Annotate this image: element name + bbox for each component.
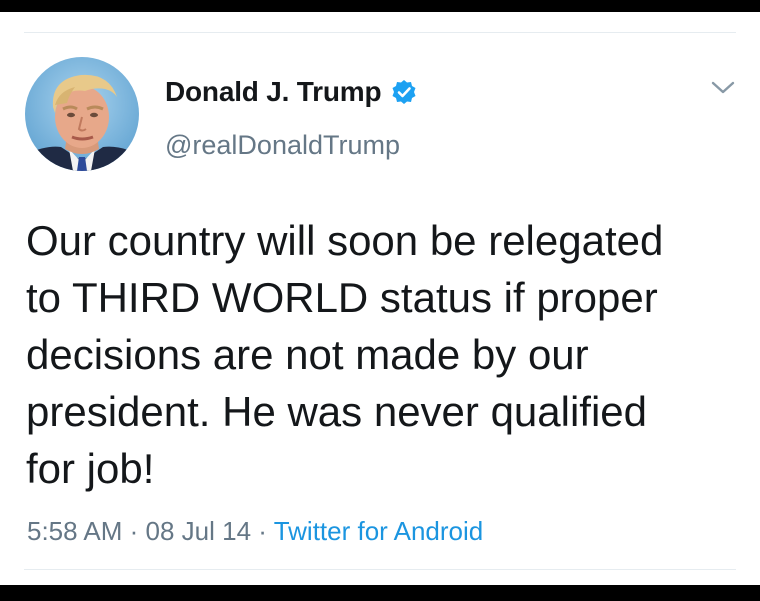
meta-separator: · (251, 516, 274, 546)
tweet-meta: 5:58 AM · 08 Jul 14 · Twitter for Androi… (27, 516, 483, 547)
tweet-text: Our country will soon be relegated to TH… (26, 212, 736, 497)
user-handle[interactable]: @realDonaldTrump (165, 130, 400, 161)
tweet-source-link[interactable]: Twitter for Android (274, 516, 484, 546)
top-divider (24, 32, 736, 33)
name-row: Donald J. Trump (165, 76, 417, 108)
chevron-down-icon[interactable] (709, 78, 737, 98)
verified-badge-icon (391, 79, 417, 105)
tweet-date[interactable]: 08 Jul 14 (146, 516, 252, 546)
avatar[interactable] (25, 57, 139, 171)
avatar-portrait (25, 57, 139, 171)
bottom-divider (24, 569, 736, 570)
tweet-line: decisions are not made by our (26, 331, 589, 378)
tweet-line: Our country will soon be relegated (26, 217, 664, 264)
tweet-line: president. He was never qualified (26, 388, 648, 435)
meta-separator: · (122, 516, 146, 546)
display-name[interactable]: Donald J. Trump (165, 76, 382, 108)
tweet-card: Donald J. Trump @realDonaldTrump Our cou… (0, 12, 760, 585)
tweet-time[interactable]: 5:58 AM (27, 516, 122, 546)
tweet-line: to THIRD WORLD status if proper (26, 274, 658, 321)
tweet-line: for job! (26, 445, 155, 492)
